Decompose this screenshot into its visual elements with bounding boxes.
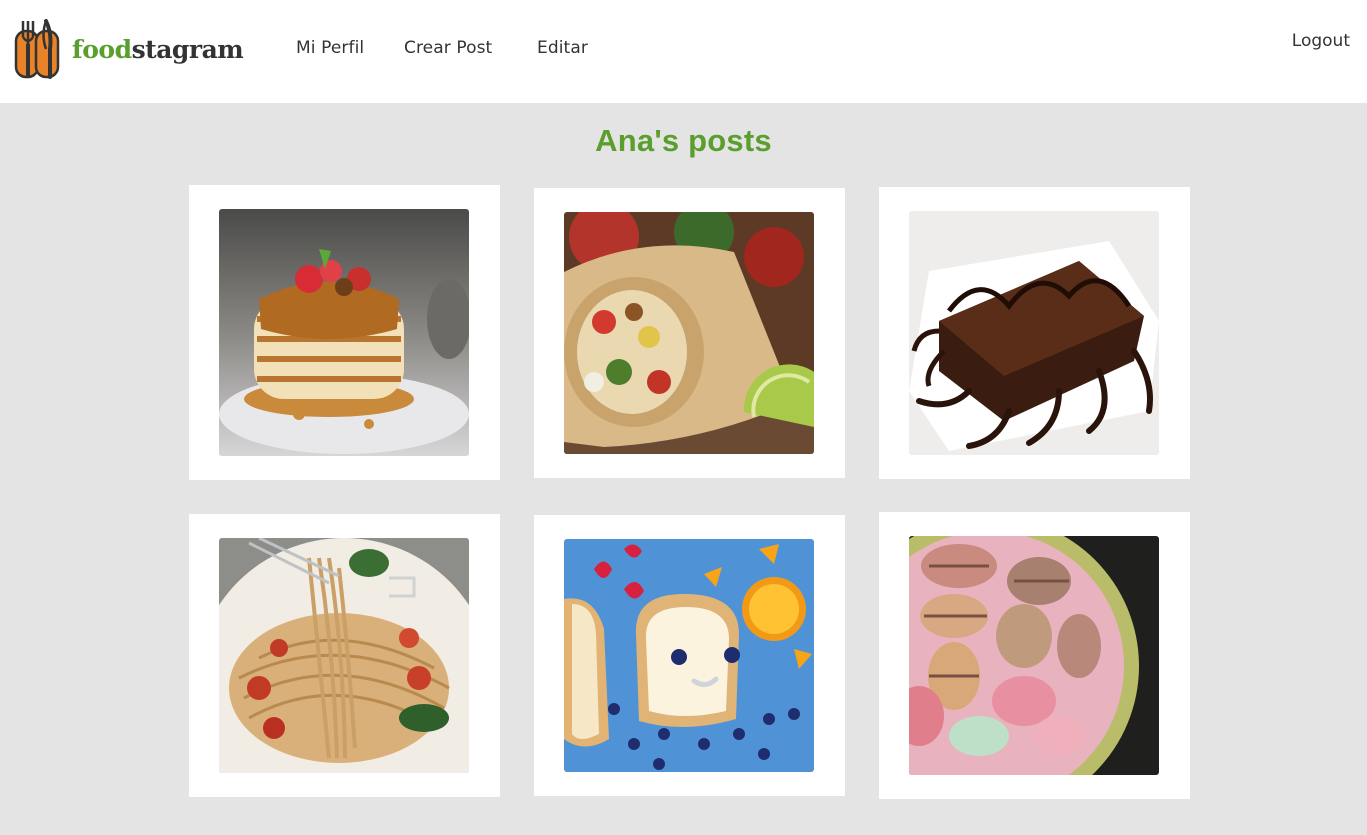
macarons-photo[interactable] xyxy=(909,536,1159,775)
foodstagram-logo[interactable]: foodstagram xyxy=(14,19,254,79)
post-card[interactable] xyxy=(534,188,845,478)
spaghetti-photo[interactable] xyxy=(219,538,469,773)
page-title: Ana's posts xyxy=(595,123,772,158)
pancakes-photo[interactable] xyxy=(219,209,469,456)
brand-name-food: food xyxy=(72,34,132,64)
brownie-photo[interactable] xyxy=(909,211,1159,455)
post-card[interactable] xyxy=(189,185,500,480)
brand-name: foodstagram xyxy=(72,34,244,64)
logout-link[interactable]: Logout xyxy=(1292,31,1350,51)
post-card[interactable] xyxy=(879,187,1190,479)
toast-smiley-photo[interactable] xyxy=(564,539,814,772)
nav-link-mi-perfil[interactable]: Mi Perfil xyxy=(296,38,364,58)
post-card[interactable] xyxy=(534,515,845,796)
brand-name-stagram: stagram xyxy=(131,34,244,64)
navbar: foodstagram Mi Perfil Crear Post Editar … xyxy=(0,0,1367,103)
burrito-photo[interactable] xyxy=(564,212,814,454)
nav-link-editar[interactable]: Editar xyxy=(537,38,588,58)
utensils-logo-icon xyxy=(14,19,60,79)
post-card[interactable] xyxy=(189,514,500,797)
nav-link-crear-post[interactable]: Crear Post xyxy=(404,38,492,58)
post-card[interactable] xyxy=(879,512,1190,799)
